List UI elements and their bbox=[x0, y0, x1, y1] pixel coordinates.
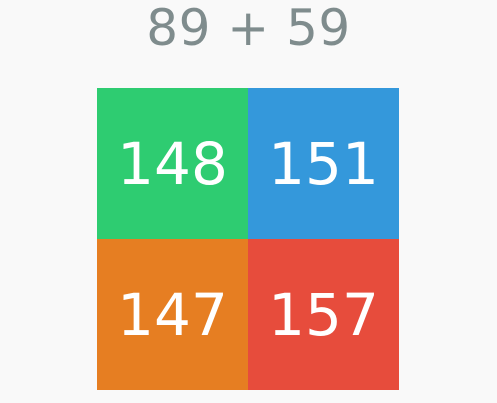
answer-tile-top-right[interactable]: 151 bbox=[248, 88, 399, 239]
answer-grid: 148 151 147 157 bbox=[97, 88, 399, 390]
answer-label: 151 bbox=[268, 129, 379, 198]
answer-tile-bottom-left[interactable]: 147 bbox=[97, 239, 248, 390]
question-text: 89 + 59 bbox=[146, 0, 351, 57]
answer-tile-bottom-right[interactable]: 157 bbox=[248, 239, 399, 390]
answer-label: 148 bbox=[117, 129, 228, 198]
answer-label: 147 bbox=[117, 280, 228, 349]
answer-tile-top-left[interactable]: 148 bbox=[97, 88, 248, 239]
answer-label: 157 bbox=[268, 280, 379, 349]
